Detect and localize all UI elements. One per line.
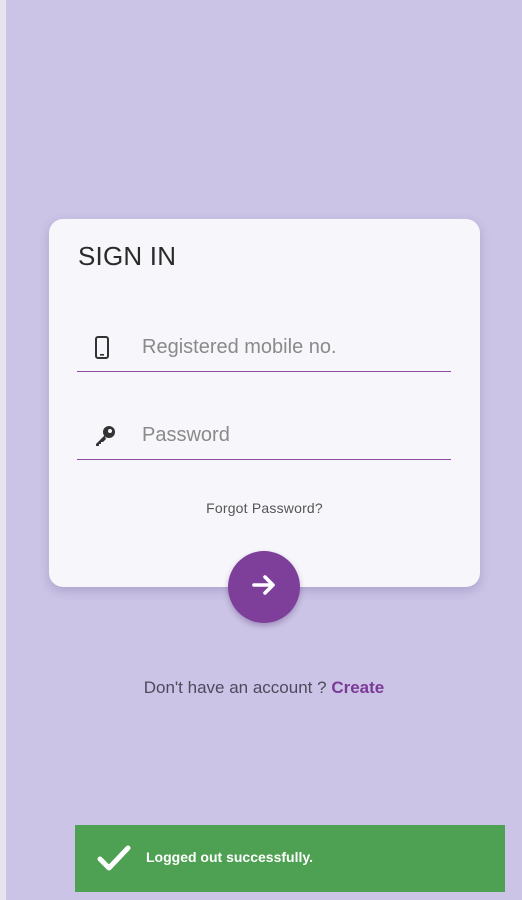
password-field [77, 410, 451, 460]
mobile-field [77, 322, 451, 372]
signin-card: SIGN IN Forgot Password? [49, 219, 480, 587]
password-input[interactable] [142, 420, 442, 450]
logout-toast: Logged out successfully. [75, 825, 505, 892]
mobile-phone-icon [93, 336, 111, 360]
checkmark-icon [97, 844, 131, 872]
signin-title: SIGN IN [78, 241, 177, 271]
forgot-password-link[interactable]: Forgot Password? [49, 500, 480, 516]
create-account-link[interactable]: Create [331, 678, 384, 697]
arrow-right-icon [249, 570, 279, 605]
signin-submit-button[interactable] [228, 551, 300, 623]
signup-prompt: Don't have an account ? Create [6, 678, 522, 698]
mobile-input[interactable] [142, 332, 442, 362]
signup-prompt-text: Don't have an account ? [143, 678, 327, 697]
key-icon [93, 424, 115, 448]
toast-message: Logged out successfully. [146, 849, 313, 865]
